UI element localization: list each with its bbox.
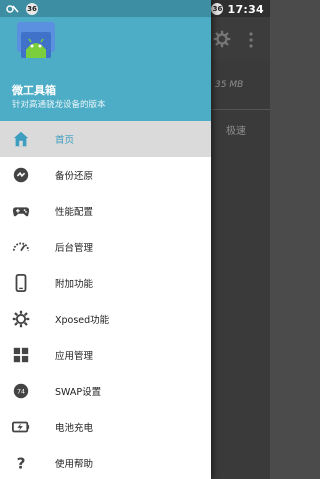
gear-icon: [12, 310, 30, 328]
svg-text:?: ?: [17, 454, 26, 472]
gamepad-icon: [12, 207, 30, 217]
menu-item-xposed[interactable]: Xposed功能: [0, 301, 211, 337]
speedometer-icon: [12, 242, 30, 252]
menu-item-help[interactable]: ? 使用帮助: [0, 445, 211, 479]
overflow-menu-icon[interactable]: [248, 31, 254, 49]
swap-icon: 74: [13, 383, 29, 399]
app-subtitle: 针对高通骁龙设备的版本: [12, 100, 106, 110]
svg-text:74: 74: [17, 389, 25, 396]
menu-item-label: 备份还原: [55, 171, 94, 182]
link-icon: [6, 5, 19, 13]
menu-item-home[interactable]: 首页: [0, 121, 211, 157]
home-icon: [13, 131, 29, 147]
app-logo-icon: [17, 22, 55, 58]
battery-icon: [12, 421, 30, 433]
menu-item-label: SWAP设置: [55, 387, 102, 398]
app-title: 微工具箱: [12, 84, 56, 97]
menu-item-label: 附加功能: [55, 279, 94, 290]
menu-item-label: 后台管理: [55, 243, 94, 254]
background-speed-button[interactable]: 极速: [226, 122, 246, 137]
menu-item-swap-settings[interactable]: 74 SWAP设置: [0, 373, 211, 409]
phone-icon: [15, 274, 27, 292]
menu-item-label: 使用帮助: [55, 459, 94, 470]
menu-item-performance[interactable]: 性能配置: [0, 193, 211, 229]
menu-item-additional-features[interactable]: 附加功能: [0, 265, 211, 301]
status-bar-left: 36: [6, 2, 38, 16]
settings-gear-icon[interactable]: [213, 30, 231, 48]
menu-item-app-management[interactable]: 应用管理: [0, 337, 211, 373]
battery-level-badge: 36: [211, 3, 224, 15]
menu-item-label: 首页: [55, 135, 75, 146]
grid-icon: [13, 347, 29, 363]
menu-item-backup-restore[interactable]: 备份还原: [0, 157, 211, 193]
background-memory-text: 35 MB: [215, 80, 244, 90]
menu-item-label: 应用管理: [55, 351, 94, 362]
menu-item-label: Xposed功能: [55, 315, 110, 326]
menu-item-battery-charging[interactable]: 电池充电: [0, 409, 211, 445]
menu-item-label: 性能配置: [55, 207, 94, 218]
status-bar-right: 36 17:34: [211, 2, 264, 16]
drawer-menu: 首页 备份还原 性能配置 后台管理 附加功能 Xposed功能 应用管理 74 …: [0, 121, 211, 479]
restore-icon: [13, 167, 29, 183]
notification-badge-icon: 36: [26, 3, 38, 15]
help-icon: ?: [17, 454, 26, 472]
menu-item-background-management[interactable]: 后台管理: [0, 229, 211, 265]
status-time: 17:34: [227, 2, 264, 16]
background-divider: [211, 109, 270, 110]
navigation-drawer: 36 微工具箱 针对高通骁龙设备的版本 首页 备份还原 性能配置 后台管理 附加…: [0, 0, 211, 479]
menu-item-label: 电池充电: [55, 423, 94, 434]
